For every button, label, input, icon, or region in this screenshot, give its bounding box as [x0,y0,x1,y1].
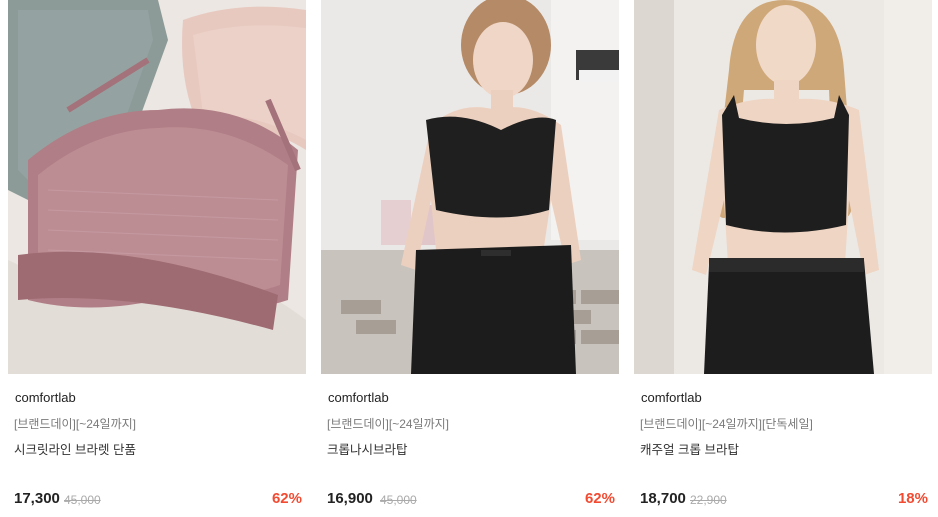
sale-price: 18,700 [640,490,686,507]
product-card[interactable]: comfortlab [브랜드데이][~24일까지][단독세일] 캐주얼 크롭 … [634,0,932,517]
original-price: 45,000 [64,493,101,507]
product-name[interactable]: 시크릿라인 브라렛 단품 [14,439,136,458]
product-photo [321,0,619,374]
brand-name[interactable]: comfortlab [641,390,702,405]
brand-name[interactable]: comfortlab [328,390,389,405]
sale-price: 17,300 [14,490,60,507]
sale-price: 16,900 [327,490,373,507]
promo-tags[interactable]: [브랜드데이][~24일까지] [327,415,449,432]
product-card[interactable]: comfortlab [브랜드데이][~24일까지] 크롭나시브라탑 16,90… [321,0,619,517]
discount-rate: 18% [897,490,928,507]
discount-rate: 62% [271,490,302,507]
product-grid: comfortlab [브랜드데이][~24일까지] 시크릿라인 브라렛 단품 … [0,0,938,517]
product-image[interactable] [8,0,306,374]
product-photo [8,0,306,374]
promo-tags[interactable]: [브랜드데이][~24일까지] [14,415,136,432]
product-photo [634,0,932,374]
original-price: 22,900 [690,493,727,507]
product-image[interactable] [321,0,619,374]
product-card[interactable]: comfortlab [브랜드데이][~24일까지] 시크릿라인 브라렛 단품 … [8,0,306,517]
original-price: 45,000 [380,493,417,507]
brand-name[interactable]: comfortlab [15,390,76,405]
product-name[interactable]: 캐주얼 크롭 브라탑 [640,439,739,458]
product-name[interactable]: 크롭나시브라탑 [327,439,408,458]
product-image[interactable] [634,0,932,374]
promo-tags[interactable]: [브랜드데이][~24일까지][단독세일] [640,415,813,432]
discount-rate: 62% [584,490,615,507]
